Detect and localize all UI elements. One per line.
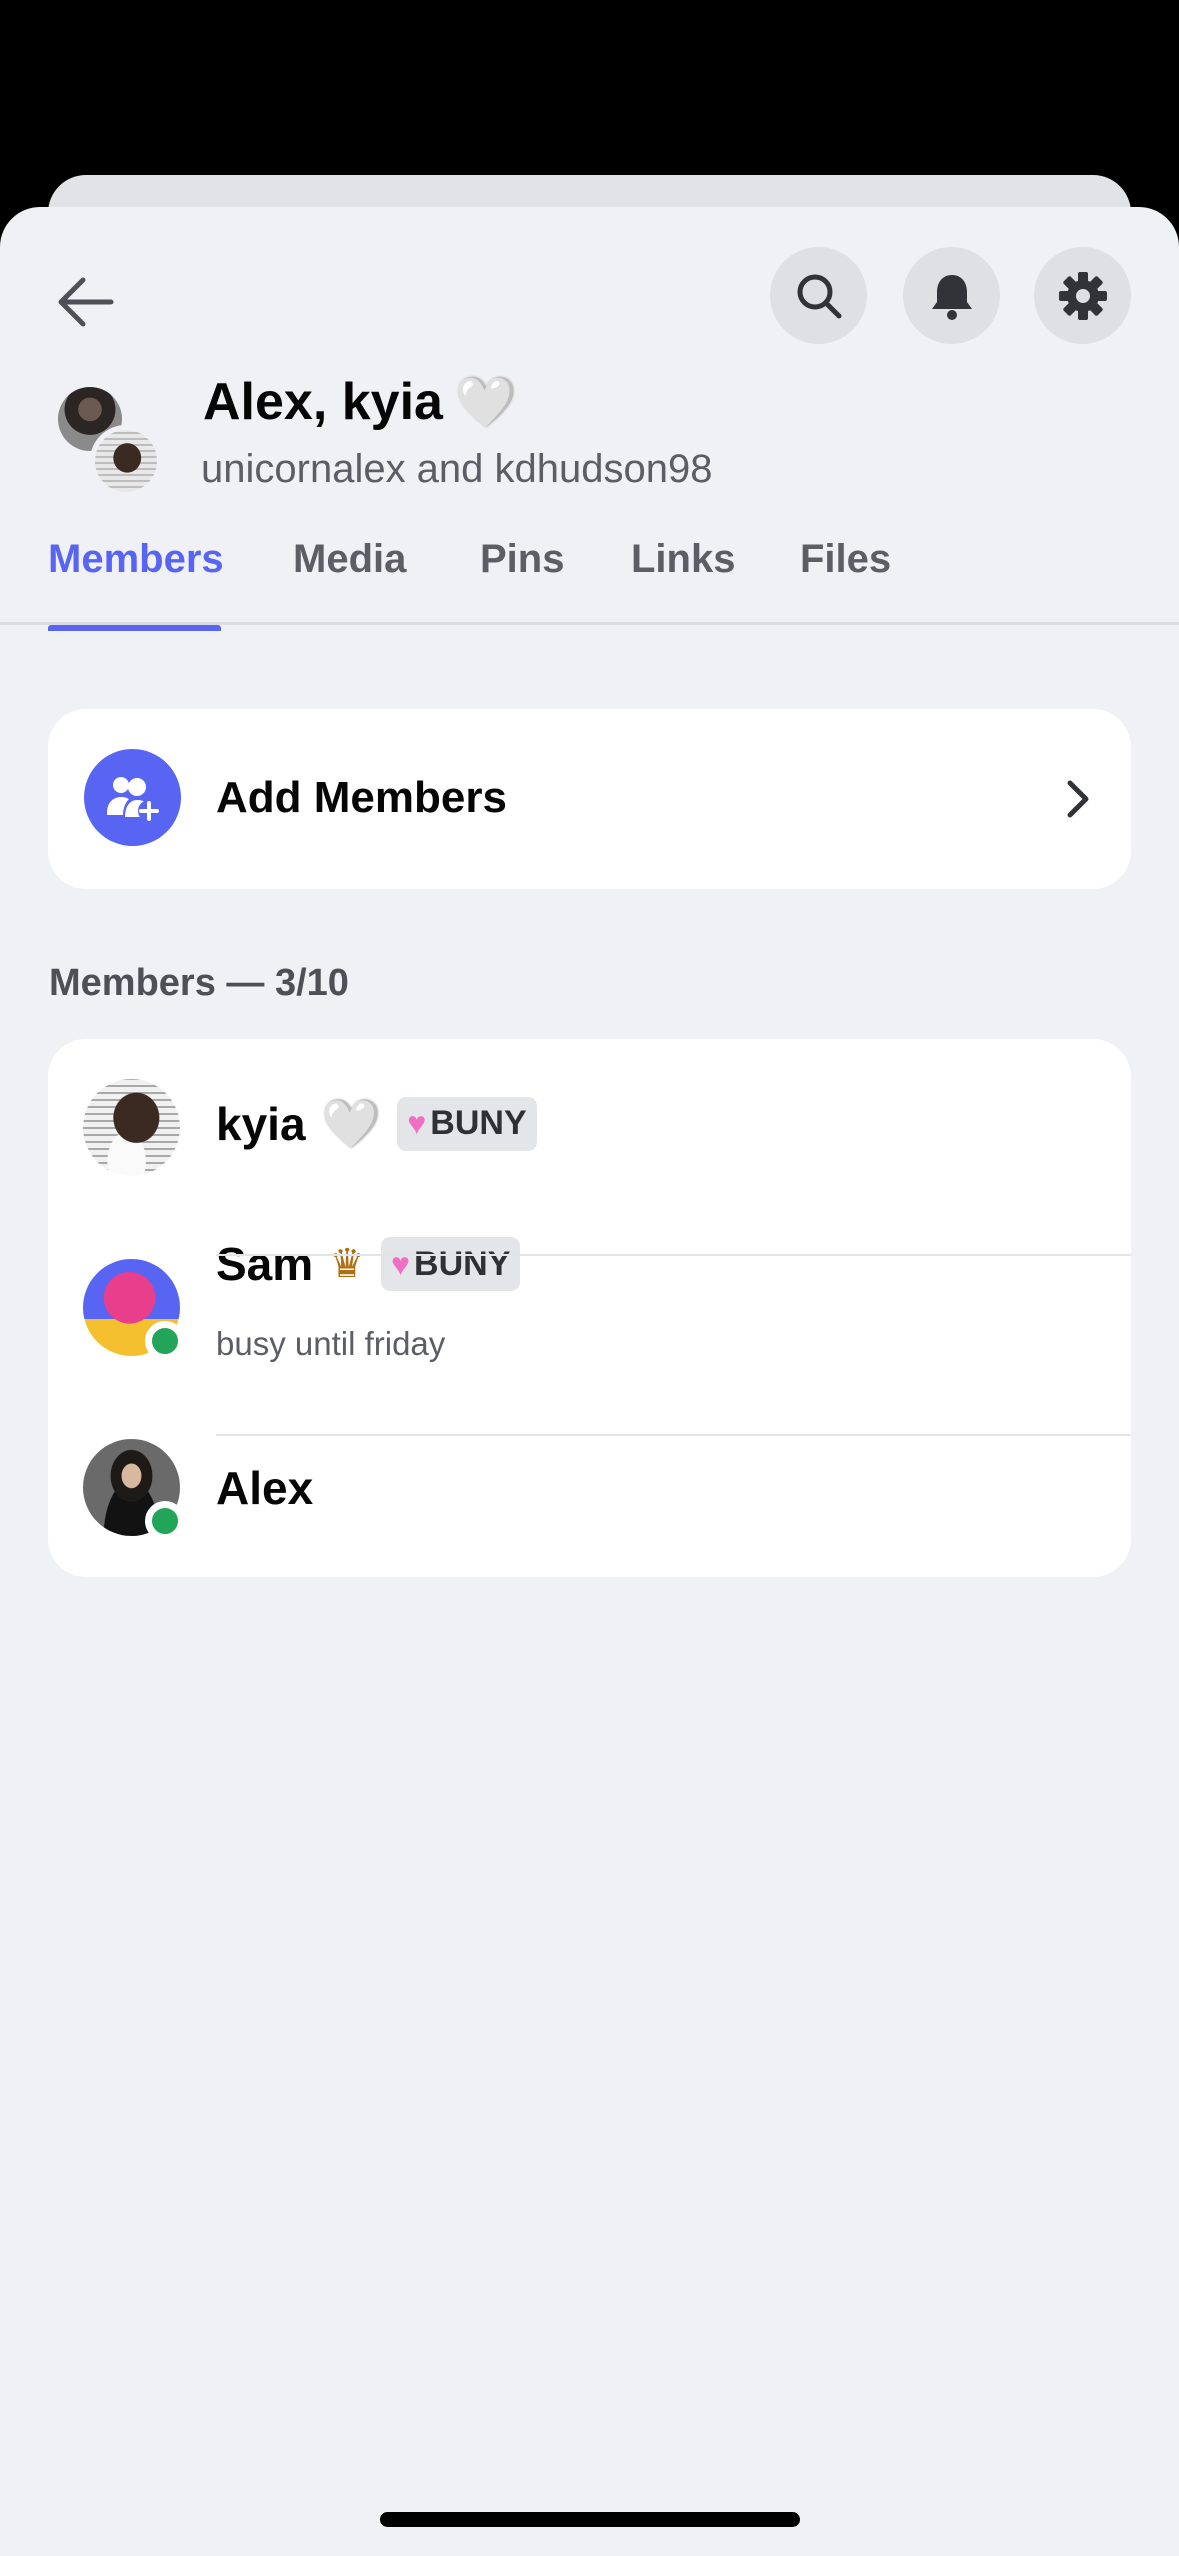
tab-pins[interactable]: Pins (480, 537, 564, 582)
bell-icon (931, 274, 972, 320)
add-user-icon (84, 749, 181, 846)
tab-members[interactable]: Members (48, 537, 224, 582)
group-title-row: Alex, kyia 🤍 (203, 372, 517, 432)
settings-button[interactable] (1034, 247, 1131, 344)
member-name-row: kyia 🤍 ♥ BUNY (216, 1095, 537, 1152)
tab-links[interactable]: Links (631, 537, 735, 582)
notifications-button[interactable] (903, 247, 1000, 344)
arrow-left-icon (58, 277, 114, 327)
list-item[interactable]: Alex (48, 1399, 1131, 1577)
tab-files[interactable]: Files (800, 537, 891, 582)
avatar (90, 425, 162, 497)
divider (216, 1434, 1131, 1436)
white-heart-emoji: 🤍 (321, 1098, 382, 1151)
member-name-row: Sam ♛ ♥ BUNY (216, 1237, 521, 1291)
guild-tag-label: BUNY (430, 1104, 527, 1142)
tab-bar: Members Media Pins Links Files (0, 537, 1179, 625)
guild-tag: ♥ BUNY (397, 1096, 537, 1151)
pink-heart-icon: ♥ (391, 1245, 411, 1282)
members-list: kyia 🤍 ♥ BUNY Sam ♛ ♥ BUNY busy until fr… (48, 1039, 1131, 1577)
pink-heart-icon: ♥ (407, 1105, 427, 1141)
avatar (83, 1079, 180, 1176)
gear-icon (1058, 271, 1107, 320)
chevron-right-icon (1053, 769, 1103, 829)
search-button[interactable] (770, 247, 867, 344)
online-status-icon (145, 1501, 185, 1541)
white-heart-emoji: 🤍 (454, 373, 518, 430)
group-info-sheet: Alex, kyia 🤍 unicornalex and kdhudson98 … (0, 207, 1179, 2556)
member-name: Sam (216, 1238, 314, 1290)
add-members-label: Add Members (216, 773, 507, 822)
back-button[interactable] (40, 257, 130, 347)
add-members-button[interactable]: Add Members (48, 709, 1131, 889)
avatar (83, 1259, 185, 1361)
member-name: Alex (216, 1462, 314, 1514)
member-name: kyia (216, 1097, 306, 1150)
guild-tag-label: BUNY (414, 1244, 511, 1283)
member-custom-status: busy until friday (216, 1325, 446, 1362)
search-icon (797, 274, 841, 318)
crown-icon: ♛ (329, 1242, 366, 1286)
home-indicator[interactable] (380, 2512, 800, 2527)
list-item[interactable]: kyia 🤍 ♥ BUNY (48, 1039, 1131, 1219)
tab-media[interactable]: Media (293, 537, 406, 582)
group-avatar (58, 387, 170, 497)
page-title: Alex, kyia (203, 373, 443, 431)
active-tab-indicator (48, 625, 221, 631)
list-item[interactable]: Sam ♛ ♥ BUNY busy until friday (48, 1219, 1131, 1399)
online-status-icon (145, 1321, 185, 1361)
guild-tag: ♥ BUNY (381, 1237, 521, 1291)
avatar (83, 1439, 185, 1541)
members-section-title: Members — 3/10 (49, 962, 349, 1004)
group-subtitle: unicornalex and kdhudson98 (201, 447, 713, 491)
divider (216, 1254, 1131, 1256)
